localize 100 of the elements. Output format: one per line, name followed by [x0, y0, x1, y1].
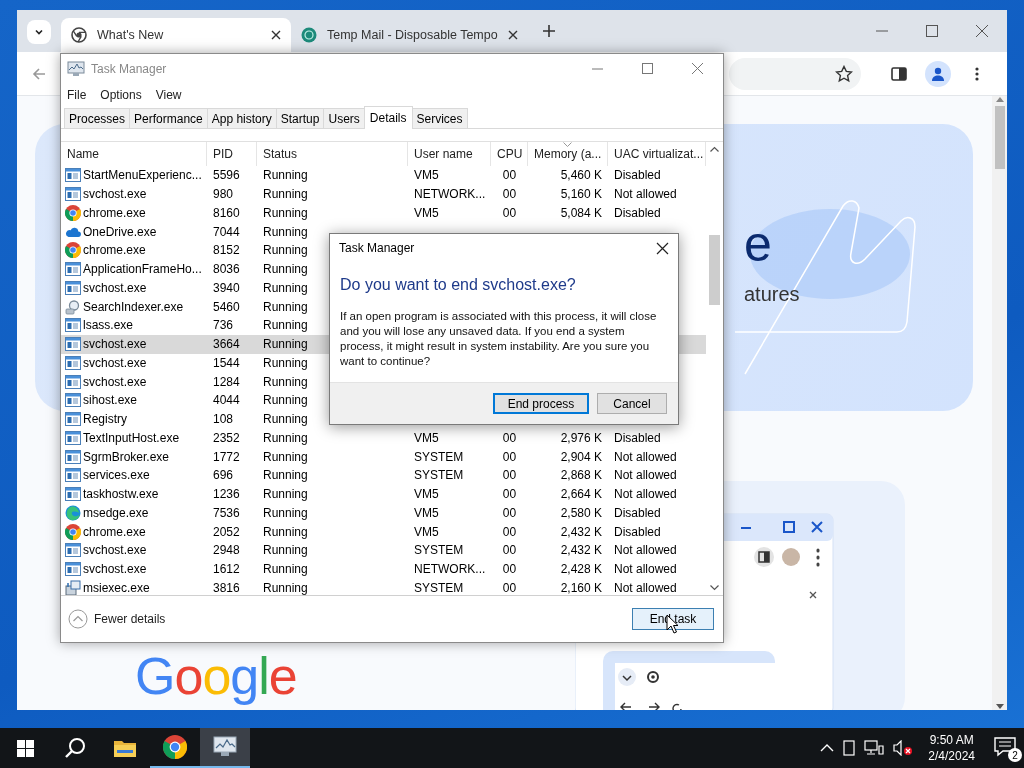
logo-text: Google — [135, 647, 297, 705]
table-cell: 2052 — [213, 524, 240, 539]
table-cell: 5,460 K — [560, 168, 602, 183]
table-cell: 5596 — [213, 168, 240, 183]
table-cell: Disabled — [614, 168, 661, 183]
table-cell: 00 — [502, 449, 517, 464]
table-cell: Running — [263, 412, 308, 427]
process-name: svchost.exe — [83, 543, 147, 558]
table-cell: 4044 — [213, 393, 240, 408]
table-cell: VM5 — [414, 505, 439, 520]
process-name: svchost.exe — [83, 374, 147, 389]
table-cell: 2,664 K — [560, 487, 602, 502]
window-title: Task Manager — [91, 62, 167, 76]
table-cell: 108 — [213, 412, 234, 427]
table-cell: 00 — [502, 468, 517, 483]
table-cell: 5,160 K — [560, 187, 602, 202]
table-cell: 00 — [502, 505, 517, 520]
process-name: ApplicationFrameHo... — [83, 262, 202, 277]
table-cell: Running — [263, 205, 308, 220]
table-cell: Disabled — [614, 430, 661, 445]
process-name: svchost.exe — [83, 562, 147, 577]
table-cell: 8152 — [213, 243, 240, 258]
process-name: svchost.exe — [83, 187, 147, 202]
time-text: 9:50 AM — [929, 732, 974, 748]
table-cell: VM5 — [414, 524, 439, 539]
table-cell: 2948 — [213, 543, 240, 558]
table-cell: 2,868 K — [560, 468, 602, 483]
table-cell: Running — [263, 562, 308, 577]
table-cell: 736 — [213, 318, 234, 333]
table-cell: SYSTEM — [414, 449, 464, 464]
table-cell: Running — [263, 393, 308, 408]
table-cell: 2,432 K — [560, 543, 602, 558]
table-cell: SYSTEM — [414, 580, 464, 595]
table-cell: Running — [263, 280, 308, 295]
table-cell: 2,976 K — [560, 430, 602, 445]
process-name: SgrmBroker.exe — [83, 449, 170, 464]
process-name: msedge.exe — [83, 505, 149, 520]
process-name: StartMenuExperienc... — [83, 168, 202, 183]
table-cell: 00 — [502, 205, 517, 220]
table-cell: 8160 — [213, 205, 240, 220]
table-cell: 00 — [502, 562, 517, 577]
process-name: OneDrive.exe — [83, 224, 157, 239]
table-cell: Running — [263, 580, 308, 595]
table-cell: Running — [263, 355, 308, 370]
process-name: services.exe — [83, 468, 150, 483]
dialog-heading: Do you want to end svchost.exe? — [339, 275, 577, 294]
table-cell: Disabled — [614, 505, 661, 520]
table-cell: Running — [263, 243, 308, 258]
table-cell: VM5 — [414, 168, 439, 183]
table-cell: Running — [263, 318, 308, 333]
table-cell: 5460 — [213, 299, 240, 314]
table-cell: 00 — [502, 543, 517, 558]
process-name: msiexec.exe — [83, 580, 150, 595]
table-cell: Running — [263, 524, 308, 539]
table-cell: 1772 — [213, 449, 240, 464]
table-cell: Not allowed — [614, 449, 677, 464]
table-cell: 2,580 K — [560, 505, 602, 520]
table-cell: 2,428 K — [560, 562, 602, 577]
table-cell: Running — [263, 262, 308, 277]
process-name: chrome.exe — [83, 524, 146, 539]
table-cell: 696 — [213, 468, 234, 483]
process-name: svchost.exe — [83, 280, 147, 295]
process-name: sihost.exe — [83, 393, 138, 408]
table-cell: 7044 — [213, 224, 240, 239]
table-cell: Disabled — [614, 524, 661, 539]
notification-badge: 2 — [1008, 748, 1022, 762]
table-cell: Disabled — [614, 205, 661, 220]
process-name: chrome.exe — [83, 243, 146, 258]
table-cell: NETWORK... — [414, 187, 486, 202]
table-cell: Not allowed — [614, 487, 677, 502]
table-cell: Running — [263, 449, 308, 464]
dialog-title: Task Manager — [339, 241, 415, 255]
table-cell: Not allowed — [614, 468, 677, 483]
table-cell: 3664 — [213, 337, 240, 352]
table-cell: Running — [263, 187, 308, 202]
process-name: svchost.exe — [83, 337, 147, 352]
table-cell: Not allowed — [614, 187, 677, 202]
table-cell: VM5 — [414, 430, 439, 445]
table-cell: 7536 — [213, 505, 240, 520]
table-cell: SYSTEM — [414, 468, 464, 483]
heading-text: e — [744, 219, 773, 269]
table-cell: Running — [263, 487, 308, 502]
table-cell: Running — [263, 374, 308, 389]
table-cell: 3940 — [213, 280, 240, 295]
table-cell: VM5 — [414, 487, 439, 502]
table-cell: 2352 — [213, 430, 240, 445]
process-name: Registry — [83, 412, 127, 427]
process-name: lsass.exe — [83, 318, 134, 333]
table-cell: 00 — [502, 487, 517, 502]
table-cell: Running — [263, 505, 308, 520]
table-cell: 1612 — [213, 562, 240, 577]
table-cell: SYSTEM — [414, 543, 464, 558]
table-cell: 3816 — [213, 580, 240, 595]
table-cell: 1544 — [213, 355, 240, 370]
process-name: svchost.exe — [83, 355, 147, 370]
table-cell: Running — [263, 543, 308, 558]
table-cell: 00 — [502, 524, 517, 539]
dialog-message: If an open program is associated with this process, it will close and you will lose any unsaved data. If you end a system process, it might result in system instability. Are you sure you want to continue? — [339, 309, 658, 369]
table-cell: 5,084 K — [560, 205, 602, 220]
table-cell: Running — [263, 337, 308, 352]
